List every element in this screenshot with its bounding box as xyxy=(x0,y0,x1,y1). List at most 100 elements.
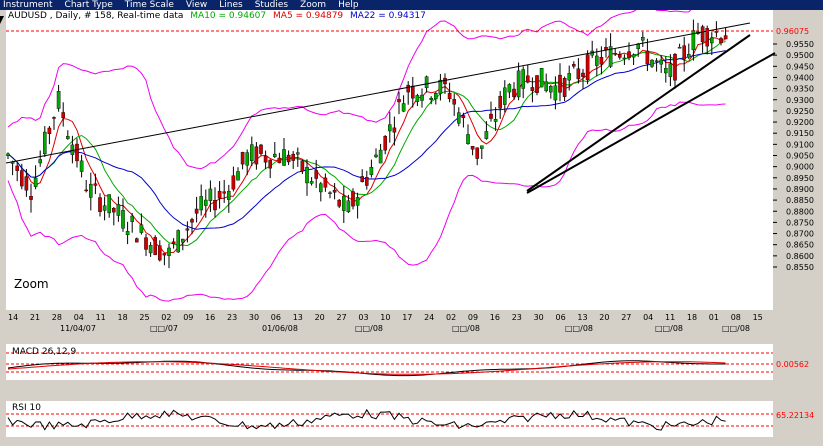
menu-lines[interactable]: Lines xyxy=(213,0,248,10)
menu-help[interactable]: Help xyxy=(332,0,365,10)
candle-body xyxy=(687,54,691,58)
candle-body xyxy=(526,75,530,83)
candle-body xyxy=(98,197,102,212)
price-tick-label: 0.9450 xyxy=(786,62,814,71)
date-tick-label: 30 xyxy=(534,313,544,322)
month-label: □□/07 xyxy=(150,324,178,333)
month-label: 11/04/07 xyxy=(60,324,96,333)
price-tick-label: 0.8650 xyxy=(786,241,814,250)
date-tick-label: 18 xyxy=(687,313,697,322)
candle-body xyxy=(466,134,470,145)
candle-body xyxy=(61,112,65,119)
candle-body xyxy=(130,215,135,222)
candle-body xyxy=(383,136,388,151)
price-chart[interactable]: AUDUSD , Daily, # 158, Real-time data MA… xyxy=(0,10,823,446)
price-tick-label: 0.9000 xyxy=(786,163,814,172)
rsi-panel[interactable] xyxy=(6,401,773,437)
candle-body xyxy=(581,72,585,77)
price-tick-label: 0.9350 xyxy=(786,85,814,94)
menu-zoom[interactable]: Zoom xyxy=(294,0,332,10)
date-tick-label: 21 xyxy=(30,313,40,322)
candle-body xyxy=(700,26,705,43)
candle-body xyxy=(447,92,452,100)
candle-body xyxy=(585,54,590,81)
candle-body xyxy=(682,45,686,60)
menu-chart-type[interactable]: Chart Type xyxy=(59,0,119,10)
candle-body xyxy=(461,115,466,118)
price-axis: 0.9550 0.9500 0.9450 0.9400 0.9350 0.9300 0.92… xyxy=(773,40,814,272)
candle-body xyxy=(47,127,52,134)
rsi-value: 65.22134 xyxy=(776,411,814,420)
zoom-label[interactable]: Zoom xyxy=(14,277,49,291)
candle-body xyxy=(79,160,84,172)
candle-body xyxy=(296,152,300,155)
date-tick-label: 09 xyxy=(183,313,193,322)
price-tick-label: 0.9050 xyxy=(786,152,814,161)
date-tick-label: 02 xyxy=(161,313,171,322)
candle-body xyxy=(337,199,342,207)
candle-body xyxy=(544,81,548,92)
candle-body xyxy=(351,191,355,207)
candle-body xyxy=(75,143,79,162)
candle-body xyxy=(558,74,562,93)
candle-body xyxy=(572,64,576,67)
menu-time-scale[interactable]: Time Scale xyxy=(119,0,180,10)
date-tick-label: 24 xyxy=(424,313,434,322)
candle-body xyxy=(309,181,314,184)
date-tick-label: 10 xyxy=(380,313,390,322)
macd-value: 0.00562 xyxy=(776,360,809,369)
candle-body xyxy=(268,159,273,169)
candle-body xyxy=(88,183,93,198)
candle-body xyxy=(365,177,369,186)
menu-view[interactable]: View xyxy=(180,0,213,10)
candle-body xyxy=(346,200,351,213)
candle-body xyxy=(6,153,10,156)
candle-body xyxy=(107,194,111,214)
candle-body xyxy=(622,57,627,60)
menu-studies[interactable]: Studies xyxy=(249,0,294,10)
date-tick-label: 06 xyxy=(556,313,566,322)
date-tick-label: 27 xyxy=(621,313,631,322)
price-tick-label: 0.8550 xyxy=(786,263,814,272)
candle-body xyxy=(521,69,525,89)
candle-body xyxy=(213,200,217,211)
candle-body xyxy=(102,205,107,211)
candle-body xyxy=(516,70,521,98)
date-tick-label: 25 xyxy=(139,313,149,322)
candle-body xyxy=(613,53,617,55)
date-tick-label: 01 xyxy=(709,313,719,322)
date-tick-label: 23 xyxy=(227,313,237,322)
candle-body xyxy=(56,91,61,109)
candle-body xyxy=(659,59,663,65)
candle-body xyxy=(503,87,507,105)
candle-body xyxy=(677,47,682,49)
candle-body xyxy=(93,183,98,186)
date-tick-label: 04 xyxy=(74,313,84,322)
candle-body xyxy=(650,59,654,67)
candle-body xyxy=(29,196,33,200)
candle-body xyxy=(654,60,659,62)
date-tick-label: 28 xyxy=(52,313,62,322)
candle-body xyxy=(20,170,24,187)
price-tick-label: 0.9550 xyxy=(786,40,814,49)
candle-body xyxy=(355,197,360,206)
candle-body xyxy=(627,51,631,59)
date-tick-label: 11 xyxy=(665,313,675,322)
candle-body xyxy=(434,92,438,100)
candle-body xyxy=(328,192,332,194)
candle-body xyxy=(553,85,558,101)
price-tick-label: 0.8950 xyxy=(786,174,814,183)
candle-body xyxy=(236,171,240,181)
candle-body xyxy=(277,157,282,164)
menu-instrument[interactable]: Instrument xyxy=(0,0,59,10)
candle-body xyxy=(498,95,503,109)
candle-body xyxy=(52,117,56,119)
menu-bar: Instrument Chart Type Time Scale View Li… xyxy=(0,0,823,10)
date-tick-label: 15 xyxy=(753,313,763,322)
candle-body xyxy=(286,154,291,163)
candle-body xyxy=(176,230,181,253)
price-tick-label: 0.9400 xyxy=(786,73,814,82)
candle-body xyxy=(457,112,461,124)
candle-body xyxy=(121,210,125,229)
candle-body xyxy=(530,87,535,91)
